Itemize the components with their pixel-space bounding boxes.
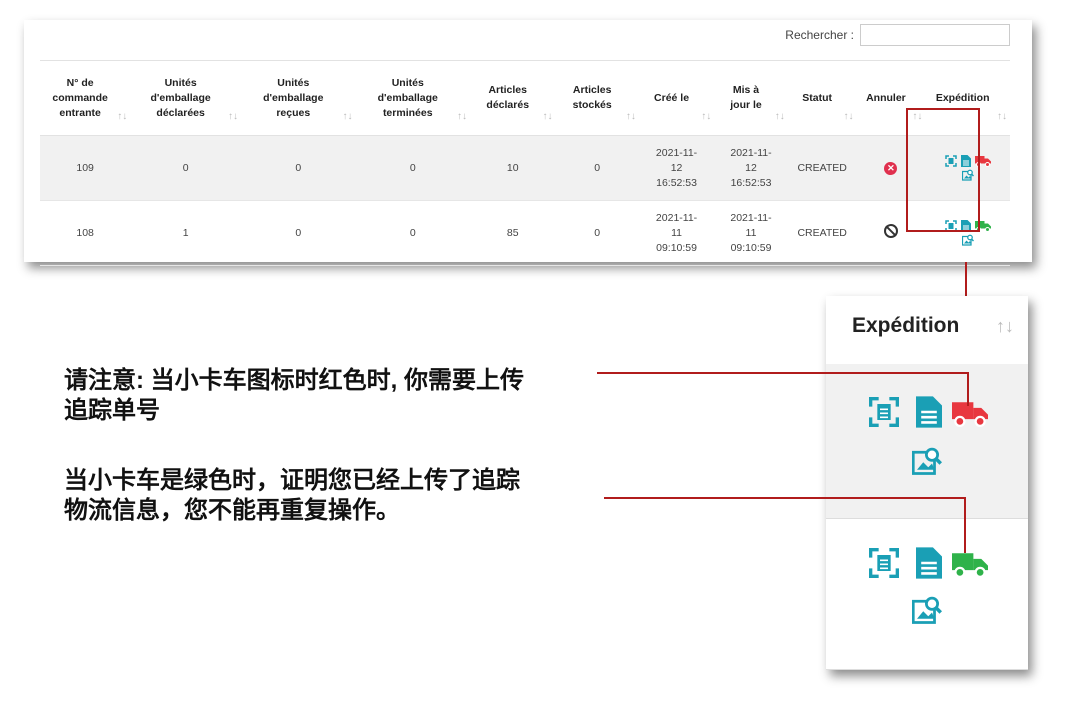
shipping-highlight-box (906, 108, 980, 232)
table-row: 109 0 0 0 10 0 2021-11- 12 16:52:53 2021-1… (40, 135, 1010, 201)
sort-icon: ↑↓ (228, 111, 239, 122)
cell-finished-units: 0 (355, 200, 470, 266)
sort-icon: ↑↓ (843, 111, 854, 122)
search-input[interactable] (860, 24, 1010, 46)
scan-icon[interactable] (868, 396, 900, 428)
sort-icon: ↑↓ (456, 111, 467, 122)
image-search-icon[interactable] (912, 595, 942, 625)
col-status[interactable]: Statut ↑↓ (787, 60, 857, 136)
sort-icon: ↑↓ (542, 111, 553, 122)
col-order-no[interactable]: N° de commande entrante ↑↓ (40, 60, 131, 136)
zoom-row-red (826, 364, 1028, 519)
sort-icon: ↑↓ (342, 111, 353, 122)
col-updated[interactable]: Mis à jour le ↑↓ (714, 60, 788, 136)
table-header-row: N° de commande entrante ↑↓ Unités d'emballag… (40, 60, 1010, 136)
ban-icon (883, 223, 898, 238)
cell-created: 2021-11- 11 09:10:59 (638, 200, 715, 266)
cell-declared-articles: 10 (469, 135, 556, 201)
col-declared-articles[interactable]: Articles déclarés ↑↓ (469, 60, 556, 136)
cancel-red-icon[interactable]: ✕ (884, 161, 898, 175)
search-area: Rechercher : (785, 23, 1010, 47)
orders-table-panel: Rechercher : N° de commande entrante ↑↓ Uni… (24, 20, 1032, 266)
orders-table: N° de commande entrante ↑↓ Unités d'emballag… (40, 60, 1010, 266)
truck-icon[interactable] (952, 400, 988, 427)
cell-received-units: 0 (241, 200, 356, 266)
cell-status: CREATED (787, 200, 857, 266)
scan-icon[interactable] (868, 547, 900, 579)
callout-line-red-drop (967, 372, 969, 406)
cell-stocked-articles: 0 (555, 135, 639, 201)
shipping-zoom-panel: Expédition ↑↓ (826, 296, 1028, 670)
zoom-row-green (826, 519, 1028, 670)
table-row: 108 1 0 0 85 0 2021-11- 11 09:10:59 2021-1… (40, 200, 1010, 266)
sort-icon: ↑↓ (701, 111, 712, 122)
sort-icon[interactable]: ↑↓ (996, 316, 1014, 337)
zoom-title: Expédition (852, 314, 960, 337)
cell-declared-articles: 85 (469, 200, 556, 266)
image-search-icon[interactable] (961, 234, 974, 246)
sort-icon: ↑↓ (997, 111, 1007, 122)
sort-icon: ↑↓ (774, 111, 785, 122)
cell-updated: 2021-11- 11 09:10:59 (714, 200, 788, 266)
col-stocked-articles[interactable]: Articles stockés ↑↓ (555, 60, 639, 136)
note-red-truck: 请注意: 当小卡车图标时红色时, 你需要上传 追踪单号 (64, 367, 524, 424)
image-search-icon[interactable] (912, 446, 942, 476)
callout-line-red (597, 372, 969, 374)
callout-line-green-drop (964, 497, 966, 553)
search-label: Rechercher : (785, 28, 854, 42)
col-finished-units[interactable]: Unités d'emballage terminées ↑↓ (355, 60, 470, 136)
cell-created: 2021-11- 12 16:52:53 (638, 135, 715, 201)
col-created[interactable]: Créé le ↑↓ (638, 60, 715, 136)
cell-finished-units: 0 (355, 135, 470, 201)
callout-line-green (604, 497, 966, 499)
zoom-header: Expédition ↑↓ (826, 296, 1028, 365)
cell-received-units: 0 (241, 135, 356, 201)
cell-stocked-articles: 0 (555, 200, 639, 266)
document-icon[interactable] (916, 547, 942, 579)
col-declared-units[interactable]: Unités d'emballage déclarées ↑↓ (130, 60, 242, 136)
note-green-truck: 当小卡车是绿色时，证明您已经上传了追踪 物流信息，您不能再重复操作。 (64, 467, 520, 524)
sort-icon: ↑↓ (625, 111, 636, 122)
sort-icon: ↑↓ (117, 111, 128, 122)
cell-updated: 2021-11- 12 16:52:53 (714, 135, 788, 201)
cell-order-no: 109 (40, 135, 131, 201)
document-icon[interactable] (916, 396, 942, 428)
cell-status: CREATED (787, 135, 857, 201)
cell-order-no: 108 (40, 200, 131, 266)
cell-declared-units: 1 (130, 200, 242, 266)
col-received-units[interactable]: Unités d'emballage reçues ↑↓ (241, 60, 356, 136)
truck-icon[interactable] (952, 551, 988, 578)
cell-declared-units: 0 (130, 135, 242, 201)
